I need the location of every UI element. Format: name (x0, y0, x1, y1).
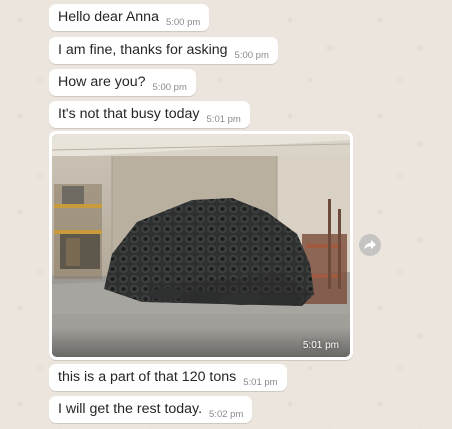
warehouse-photo[interactable]: 5:01 pm (52, 134, 350, 357)
message-text: It's not that busy today (58, 106, 200, 122)
message-text: How are you? (58, 74, 146, 90)
message-text: I am fine, thanks for asking (58, 42, 228, 58)
image-message-bubble[interactable]: 5:01 pm (49, 131, 353, 360)
message-bubble[interactable]: this is a part of that 120 tons 5:01 pm (49, 364, 287, 391)
message-time: 5:00 pm (152, 82, 187, 93)
message-text: Hello dear Anna (58, 9, 159, 25)
message-bubble[interactable]: I am fine, thanks for asking 5:00 pm (49, 37, 278, 64)
message-text: this is a part of that 120 tons (58, 369, 237, 385)
message-time: 5:00 pm (165, 17, 201, 28)
message-text: I will get the rest today. (58, 401, 203, 417)
warehouse-photo-illustration (52, 134, 350, 357)
message-bubble[interactable]: How are you? 5:00 pm (49, 69, 196, 96)
message-bubble[interactable]: I will get the rest today. 5:02 pm (49, 396, 253, 423)
message-bubble[interactable]: It's not that busy today 5:01 pm (49, 101, 250, 128)
forward-button[interactable] (359, 234, 381, 256)
message-bubble[interactable]: Hello dear Anna 5:00 pm (49, 4, 210, 31)
chat-panel: Hello dear Anna 5:00 pm I am fine, thanks… (0, 0, 452, 429)
message-time: 5:02 pm (209, 409, 244, 420)
message-time: 5:01 pm (302, 340, 339, 351)
message-time: 5:01 pm (243, 377, 278, 388)
message-time: 5:01 pm (206, 114, 241, 125)
forward-arrow-icon (364, 240, 376, 250)
message-time: 5:00 pm (234, 50, 269, 61)
